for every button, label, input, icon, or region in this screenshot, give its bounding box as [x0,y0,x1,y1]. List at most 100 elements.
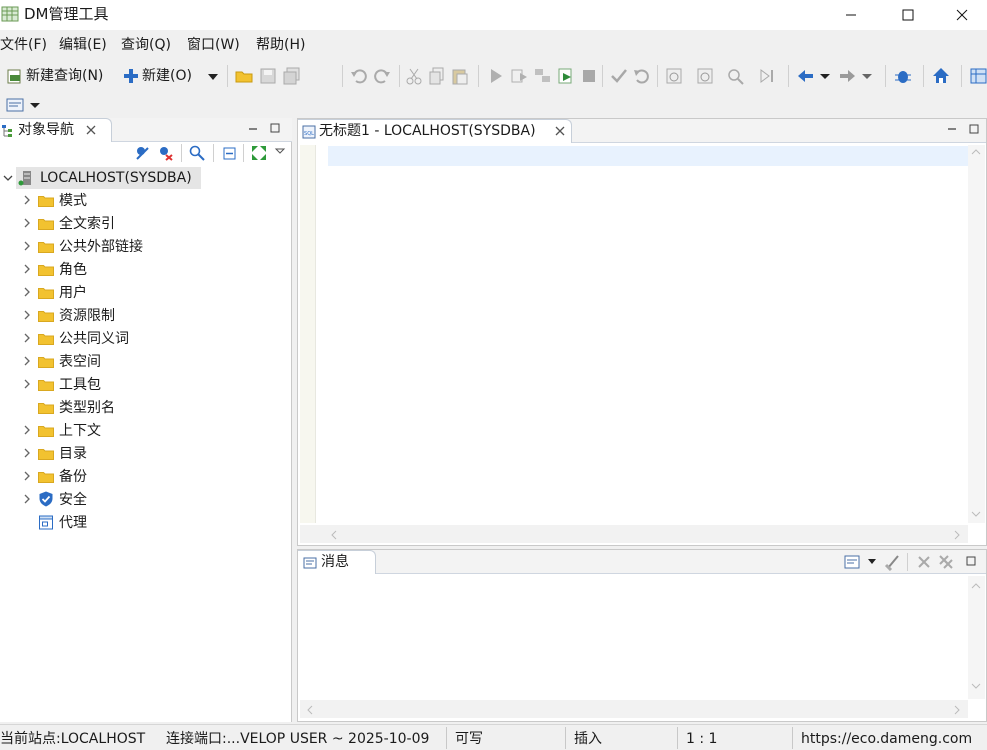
sql-view-icon[interactable] [6,96,24,114]
scroll-down-icon[interactable] [971,510,981,518]
chevron-right-icon[interactable] [22,263,32,275]
tree-item[interactable]: 公共同义词 [0,328,290,350]
explain-detail-icon[interactable] [696,67,714,85]
step-over-icon[interactable] [758,67,776,85]
tree-item[interactable]: 模式 [0,190,290,212]
home-icon[interactable] [932,67,950,85]
back-arrow-icon[interactable] [797,67,815,85]
scroll-right-icon[interactable] [953,705,961,715]
new-query-button[interactable]: 新建查询(N) [26,67,103,85]
minimize-panel-icon[interactable] [248,124,258,134]
tree-item[interactable]: 安全 [0,489,290,511]
close-tab-icon[interactable] [86,125,96,135]
disconnect-icon[interactable] [157,145,173,161]
connect-icon[interactable] [134,145,150,161]
tree-item[interactable]: 公共外部链接 [0,236,290,258]
grid-view-icon[interactable] [970,67,987,85]
debug-clear-icon[interactable] [727,67,745,85]
run-script-icon[interactable] [557,67,575,85]
editor-horizontal-scrollbar[interactable] [300,525,968,543]
tree-item[interactable]: 用户 [0,282,290,304]
editor-tab[interactable]: SQL 无标题1 - LOCALHOST(SYSDBA) [298,119,572,143]
chevron-right-icon[interactable] [22,355,32,367]
chevron-right-icon[interactable] [22,378,32,390]
tree-item[interactable]: 目录 [0,443,290,465]
navigator-tab[interactable]: 对象导航 [0,118,112,142]
chevron-right-icon[interactable] [22,447,32,459]
new-button[interactable]: 新建(O) [142,67,192,85]
maximize-panel-icon[interactable] [270,123,280,133]
messages-vertical-scrollbar[interactable] [968,576,985,699]
new-dropdown-icon[interactable] [206,67,220,85]
tree-item[interactable]: 类型别名 [0,397,290,419]
menu-edit[interactable]: 编辑(E) [59,36,107,54]
close-tab-icon[interactable] [555,126,565,136]
tree-item[interactable]: 角色 [0,259,290,281]
chevron-right-icon[interactable] [22,240,32,252]
view-menu-icon[interactable] [274,145,286,157]
remove-all-icon[interactable] [939,555,953,569]
minimize-button[interactable] [822,0,880,30]
close-button[interactable] [937,0,987,30]
save-all-icon[interactable] [283,67,301,85]
chevron-right-icon[interactable] [22,217,32,229]
scroll-down-icon[interactable] [971,682,981,690]
stop-icon[interactable] [580,67,598,85]
message-view-icon[interactable] [844,554,860,570]
save-icon[interactable] [259,67,277,85]
rollback-icon[interactable] [633,67,651,85]
menu-help[interactable]: 帮助(H) [256,36,305,54]
chevron-right-icon[interactable] [22,194,32,206]
maximize-panel-icon[interactable] [969,124,979,134]
maximize-panel-icon[interactable] [966,556,976,566]
paste-icon[interactable] [451,67,469,85]
chevron-right-icon[interactable] [22,470,32,482]
run-line-icon[interactable] [510,67,528,85]
scroll-left-icon[interactable] [330,530,338,540]
minimize-panel-icon[interactable] [947,124,957,134]
commit-icon[interactable] [610,67,628,85]
chevron-right-icon[interactable] [22,309,32,321]
editor-current-line[interactable] [328,146,968,166]
tree-item[interactable]: 上下文 [0,420,290,442]
tree-item[interactable]: 资源限制 [0,305,290,327]
menu-file[interactable]: 文件(F) [0,36,47,54]
redo-icon[interactable] [373,67,391,85]
clear-console-icon[interactable] [884,553,902,571]
undo-icon[interactable] [350,67,368,85]
open-folder-icon[interactable] [235,67,253,85]
search-icon[interactable] [189,145,205,161]
tree-item[interactable]: 代理 [0,512,290,534]
chevron-right-icon[interactable] [22,332,32,344]
remove-icon[interactable] [917,555,931,569]
forward-arrow-icon[interactable] [838,67,856,85]
tree-item[interactable]: 表空间 [0,351,290,373]
collapse-all-icon[interactable] [221,145,237,161]
maximize-button[interactable] [879,0,937,30]
forward-dropdown-icon[interactable] [861,67,873,85]
tree-item[interactable]: 全文索引 [0,213,290,235]
back-dropdown-icon[interactable] [819,67,831,85]
view-dropdown-icon[interactable] [28,96,42,114]
messages-tab[interactable]: 消息 [298,550,376,574]
scroll-right-icon[interactable] [953,530,961,540]
debug-bug-icon[interactable] [894,67,912,85]
menu-window[interactable]: 窗口(W) [187,36,240,54]
explain-plan-icon[interactable] [665,67,683,85]
chevron-down-icon[interactable] [3,173,13,183]
messages-horizontal-scrollbar[interactable] [300,700,968,718]
tree-item[interactable]: 备份 [0,466,290,488]
tree-root-row[interactable]: LOCALHOST(SYSDBA) [0,167,290,189]
editor-vertical-scrollbar[interactable] [968,145,985,523]
tree-item[interactable]: 工具包 [0,374,290,396]
scroll-left-icon[interactable] [306,705,314,715]
link-editor-icon[interactable] [251,145,267,161]
chevron-right-icon[interactable] [22,493,32,505]
cut-icon[interactable] [405,67,423,85]
chevron-right-icon[interactable] [22,286,32,298]
status-url[interactable]: https://eco.dameng.com [801,730,972,748]
step-icon[interactable] [534,67,552,85]
message-view-dropdown-icon[interactable] [867,558,877,566]
scroll-up-icon[interactable] [971,582,981,590]
scroll-up-icon[interactable] [971,148,981,156]
